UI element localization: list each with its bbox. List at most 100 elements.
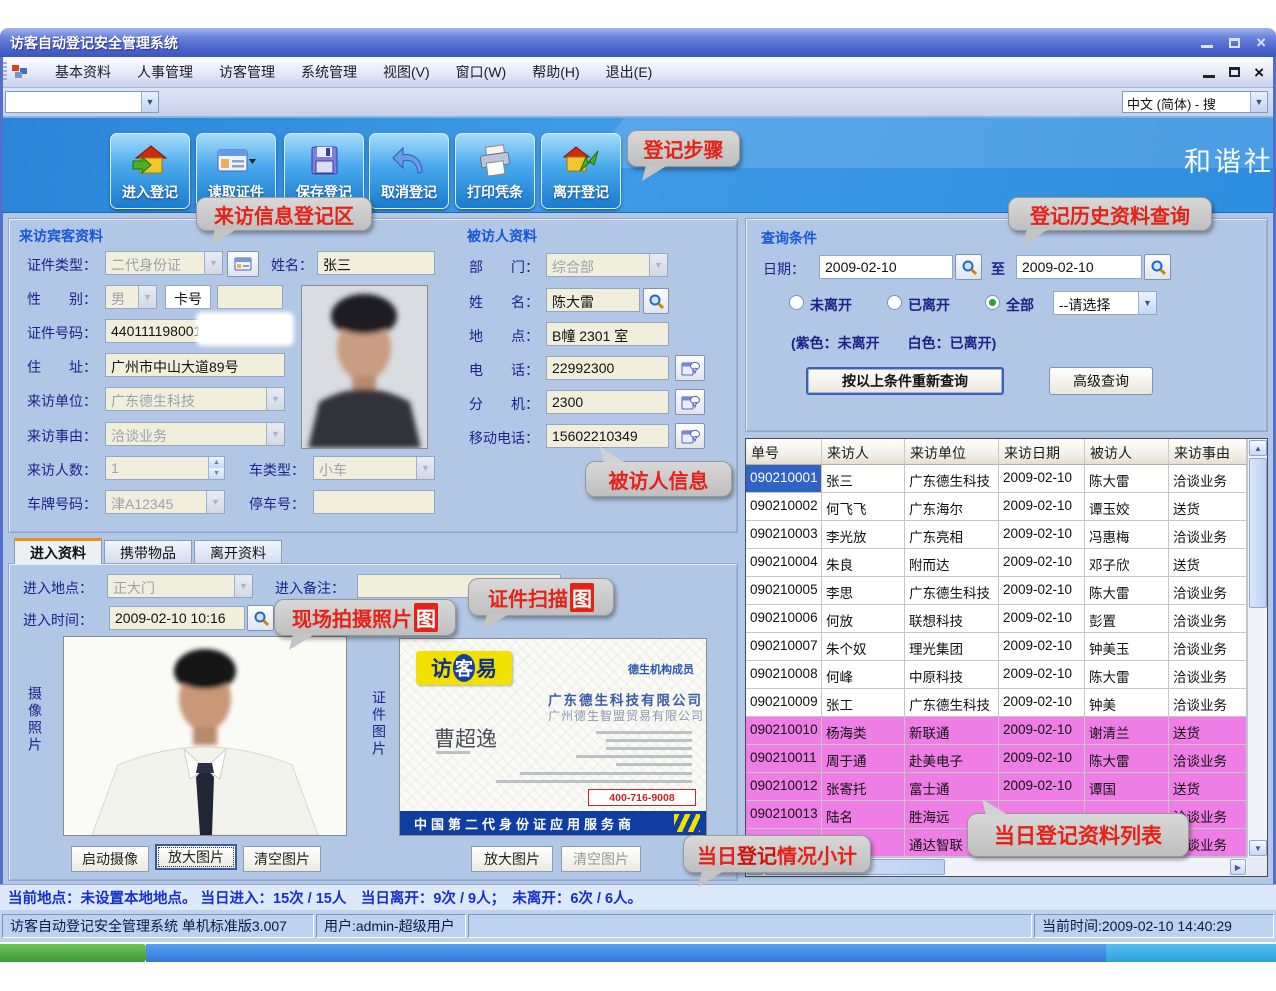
table-row[interactable]: 090210002何飞飞广东海尔2009-02-10谭玉姣送货 — [746, 493, 1247, 521]
table-cell[interactable]: 李思 — [822, 577, 905, 605]
location-field[interactable]: B幢 2301 室 — [546, 322, 669, 346]
table-cell[interactable]: 新联通 — [905, 717, 999, 745]
table-cell[interactable]: 090210004 — [746, 549, 822, 577]
table-cell[interactable]: 张寄托 — [822, 773, 905, 801]
status-select[interactable]: --请选择 ▼ — [1053, 291, 1157, 315]
table-cell[interactable]: 冯惠梅 — [1085, 521, 1169, 549]
ext-field[interactable]: 2300 — [546, 390, 669, 414]
table-cell[interactable]: 090210007 — [746, 633, 822, 661]
table-cell[interactable]: 周于通 — [822, 745, 905, 773]
table-cell[interactable]: 何峰 — [822, 661, 905, 689]
close-icon[interactable]: × — [1256, 34, 1266, 51]
table-cell[interactable]: 洽谈业务 — [1169, 605, 1247, 633]
table-cell[interactable]: 送货 — [1169, 717, 1247, 745]
table-cell[interactable]: 附而达 — [905, 549, 999, 577]
dept-combo[interactable]: 综合部 ▼ — [546, 253, 668, 277]
table-cell[interactable]: 陈大雷 — [1085, 465, 1169, 493]
card-reader-button[interactable] — [227, 251, 259, 277]
table-row[interactable]: 090210009张工广东德生科技2009-02-10钟美洽谈业务 — [746, 689, 1247, 717]
table-cell[interactable]: 090210008 — [746, 661, 822, 689]
print-receipt-button[interactable]: 打印凭条 — [455, 133, 535, 209]
table-vertical-scrollbar[interactable]: ▲ ▼ — [1247, 439, 1267, 857]
card-no-field[interactable] — [217, 285, 283, 309]
table-cell[interactable]: 090210010 — [746, 717, 822, 745]
stepper-up-icon[interactable]: ▲ — [209, 457, 224, 468]
table-cell[interactable]: 2009-02-10 — [999, 521, 1085, 549]
table-cell[interactable]: 杨海类 — [822, 717, 905, 745]
menu-help[interactable]: 帮助(H) — [519, 58, 592, 86]
entry-time-field[interactable]: 2009-02-10 10:16 — [109, 606, 245, 630]
table-cell[interactable]: 洽谈业务 — [1169, 577, 1247, 605]
table-cell[interactable]: 洽谈业务 — [1169, 745, 1247, 773]
clear-photo-button[interactable]: 清空图片 — [243, 846, 321, 872]
table-cell[interactable]: 洽谈业务 — [1169, 521, 1247, 549]
call-phone-button[interactable] — [675, 355, 705, 381]
scroll-up-icon[interactable]: ▲ — [1249, 440, 1267, 456]
menu-basic-data[interactable]: 基本资料 — [42, 58, 124, 86]
table-cell[interactable]: 送货 — [1169, 493, 1247, 521]
table-cell[interactable]: 何飞飞 — [822, 493, 905, 521]
table-row[interactable]: 090210001张三广东德生科技2009-02-10陈大雷洽谈业务 — [746, 465, 1247, 493]
table-cell[interactable]: 广东海尔 — [905, 493, 999, 521]
scroll-thumb[interactable] — [1249, 458, 1267, 608]
table-row[interactable]: 090210012张寄托富士通2009-02-10谭国送货 — [746, 773, 1247, 801]
mdi-restore-icon[interactable] — [1229, 67, 1240, 77]
zoom-photo-button[interactable]: 放大图片 — [155, 844, 237, 870]
id-type-combo[interactable]: 二代身份证 ▼ — [105, 251, 223, 275]
table-row[interactable]: 090210011周于通赴美电子2009-02-10陈大雷洽谈业务 — [746, 745, 1247, 773]
table-cell[interactable]: 钟美 — [1085, 689, 1169, 717]
interviewee-search-button[interactable] — [643, 288, 669, 314]
table-cell[interactable]: 090210012 — [746, 773, 822, 801]
stepper-down-icon[interactable]: ▼ — [209, 468, 224, 479]
table-cell[interactable]: 2009-02-10 — [999, 605, 1085, 633]
taskbar-tray-segment[interactable] — [1106, 944, 1276, 962]
table-cell[interactable]: 中原科技 — [905, 661, 999, 689]
table-cell[interactable]: 2009-02-10 — [999, 773, 1085, 801]
radio-not-left[interactable] — [789, 295, 804, 310]
plate-combo[interactable]: 津A12345 ▼ — [105, 490, 225, 514]
taskbar[interactable] — [146, 944, 1106, 962]
table-header-cell[interactable]: 来访日期 — [999, 439, 1085, 465]
table-cell[interactable]: 2009-02-10 — [999, 465, 1085, 493]
gender-combo[interactable]: 男 ▼ — [105, 285, 157, 309]
table-cell[interactable]: 洽谈业务 — [1169, 633, 1247, 661]
visitor-name-field[interactable]: 张三 — [317, 251, 435, 275]
visit-company-combo[interactable]: 广东德生科技 ▼ — [105, 387, 285, 411]
tab-carried-items[interactable]: 携带物品 — [104, 540, 192, 564]
chevron-down-icon[interactable]: ▼ — [141, 92, 158, 112]
table-cell[interactable]: 090210001 — [746, 465, 822, 493]
table-cell[interactable]: 陈大雷 — [1085, 661, 1169, 689]
table-cell[interactable]: 陈大雷 — [1085, 577, 1169, 605]
leave-registration-button[interactable]: 离开登记 — [541, 133, 621, 209]
vehicle-type-combo[interactable]: 小车 ▼ — [313, 456, 435, 480]
table-cell[interactable]: 2009-02-10 — [999, 493, 1085, 521]
tab-leave-data[interactable]: 离开资料 — [194, 540, 282, 564]
table-cell[interactable]: 2009-02-10 — [999, 717, 1085, 745]
call-mobile-button[interactable] — [675, 423, 705, 449]
table-cell[interactable]: 谭国 — [1085, 773, 1169, 801]
table-cell[interactable]: 富士通 — [905, 773, 999, 801]
table-cell[interactable]: 090210005 — [746, 577, 822, 605]
restore-icon[interactable] — [1229, 38, 1240, 48]
start-camera-button[interactable]: 启动摄像 — [71, 846, 149, 872]
menu-window[interactable]: 窗口(W) — [443, 58, 520, 86]
menu-system[interactable]: 系统管理 — [288, 58, 370, 86]
table-cell[interactable]: 彭置 — [1085, 605, 1169, 633]
table-row[interactable]: 090210004朱良附而达2009-02-10邓子欣送货 — [746, 549, 1247, 577]
table-header-cell[interactable]: 被访人 — [1085, 439, 1169, 465]
table-cell[interactable]: 广东亮相 — [905, 521, 999, 549]
table-cell[interactable]: 陆名 — [822, 801, 905, 829]
table-row[interactable]: 090210006何放联想科技2009-02-10彭置洽谈业务 — [746, 605, 1247, 633]
enter-registration-button[interactable]: 进入登记 — [110, 133, 190, 209]
table-cell[interactable]: 张工 — [822, 689, 905, 717]
table-cell[interactable]: 2009-02-10 — [999, 689, 1085, 717]
phone-field[interactable]: 22992300 — [546, 356, 669, 380]
table-row[interactable]: 090210005李思广东德生科技2009-02-10陈大雷洽谈业务 — [746, 577, 1247, 605]
table-cell[interactable]: 090210013 — [746, 801, 822, 829]
table-cell[interactable]: 陈大雷 — [1085, 745, 1169, 773]
zoom-card-button[interactable]: 放大图片 — [471, 846, 553, 872]
table-cell[interactable]: 广东德生科技 — [905, 577, 999, 605]
table-row[interactable]: 090210008何峰中原科技2009-02-10陈大雷洽谈业务 — [746, 661, 1247, 689]
chevron-down-icon[interactable]: ▼ — [1138, 292, 1156, 314]
entry-place-combo[interactable]: 正大门 ▼ — [107, 574, 253, 598]
